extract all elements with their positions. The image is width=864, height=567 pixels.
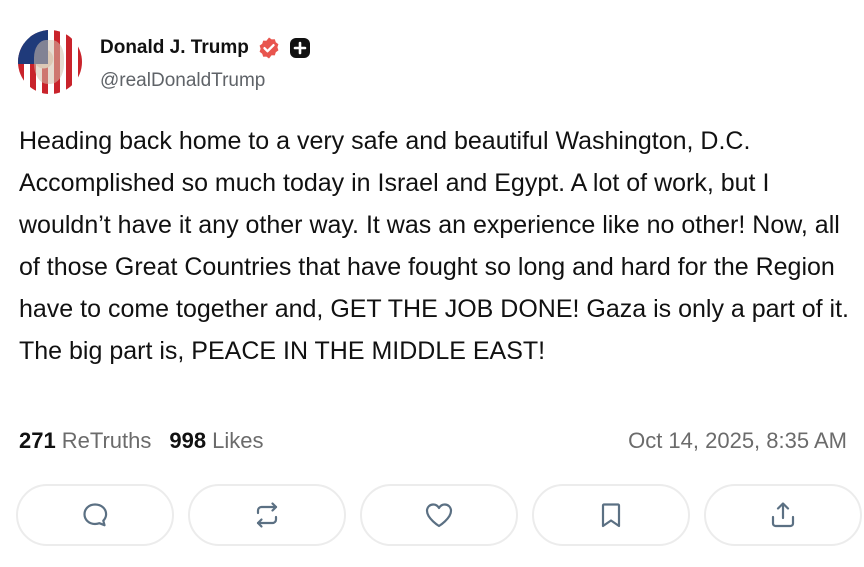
author-info: Donald J. Trump @realDonaldTrump (100, 36, 311, 92)
bookmark-button[interactable] (532, 484, 690, 546)
author-name-row: Donald J. Trump (100, 36, 311, 60)
share-icon (771, 502, 795, 528)
author-handle[interactable]: @realDonaldTrump (100, 70, 311, 92)
reply-button[interactable] (16, 484, 174, 546)
heart-icon (425, 503, 453, 528)
engagement-counts: 271 ReTruths 998 Likes (19, 428, 263, 454)
post-header: Donald J. Trump @realDonaldTrump (18, 30, 311, 94)
avatar[interactable] (18, 30, 82, 94)
post-stats: 271 ReTruths 998 Likes Oct 14, 2025, 8:3… (19, 428, 847, 454)
post-timestamp: Oct 14, 2025, 8:35 AM (628, 428, 847, 453)
bookmark-icon (601, 503, 621, 528)
action-bar (16, 484, 862, 546)
likes-label[interactable]: Likes (212, 428, 263, 454)
post-text: Heading back home to a very safe and bea… (19, 127, 850, 365)
share-button[interactable] (704, 484, 862, 546)
retruths-count[interactable]: 271 (19, 428, 56, 454)
retruth-button[interactable] (188, 484, 346, 546)
like-button[interactable] (360, 484, 518, 546)
verified-badge-icon (257, 36, 281, 60)
likes-count[interactable]: 998 (169, 428, 206, 454)
reply-icon (83, 503, 108, 527)
retruths-label[interactable]: ReTruths (62, 428, 152, 454)
retruth-icon (256, 502, 278, 528)
plus-badge-icon (289, 37, 311, 59)
author-display-name[interactable]: Donald J. Trump (100, 37, 249, 59)
